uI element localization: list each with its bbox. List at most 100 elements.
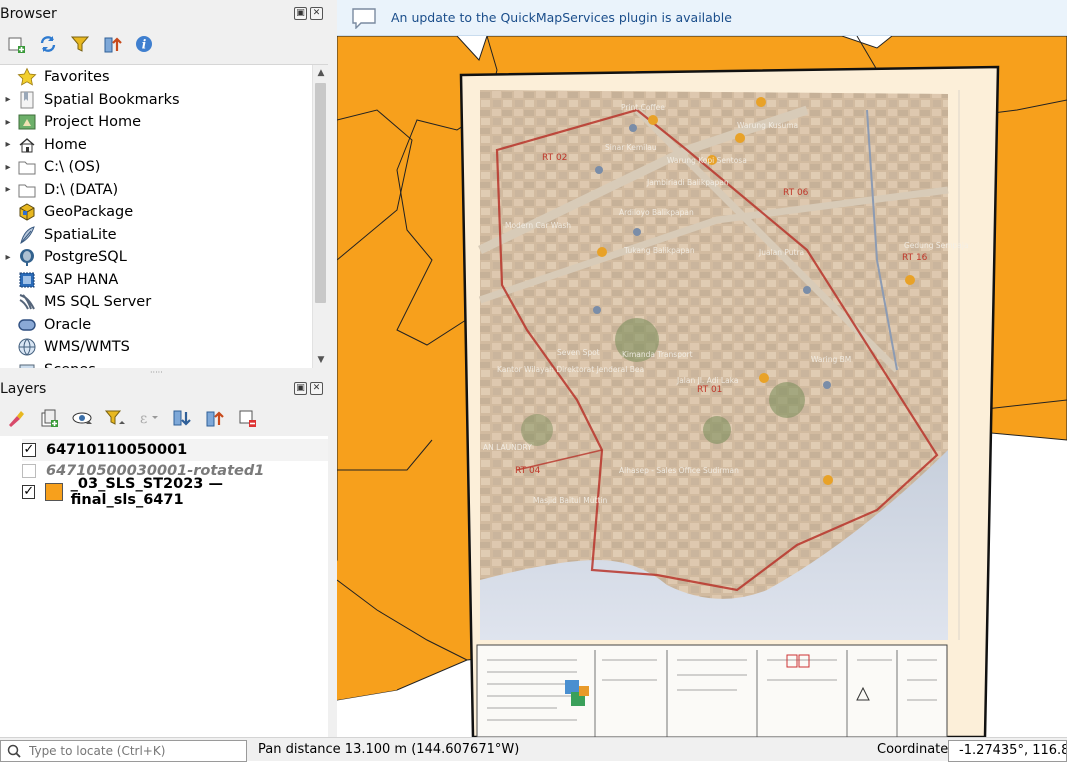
expand-arrow-icon[interactable]: ▸ — [0, 252, 16, 263]
browser-item-ms-sql-server[interactable]: MS SQL Server — [0, 291, 310, 313]
locator-bar[interactable] — [0, 740, 247, 762]
layer-item[interactable]: ✓ 64710110050001 — [22, 439, 328, 461]
layer-item[interactable]: ✓ _03_SLS_ST2023 — final_sls_6471 — [22, 476, 328, 508]
layers-panel-title: Layers — [0, 381, 47, 397]
layer-visibility-checkbox[interactable]: ✓ — [22, 443, 36, 457]
poi-label: Warung Kopi Sentosa — [667, 156, 747, 165]
browser-item-scenes[interactable]: Scenes — [0, 359, 310, 369]
folder-icon — [16, 179, 38, 201]
add-group-icon[interactable] — [37, 406, 61, 430]
layer-visibility-checkbox[interactable] — [22, 464, 36, 478]
browser-item-favorites[interactable]: Favorites — [0, 66, 310, 88]
splitter-handle[interactable]: ····· — [150, 368, 163, 377]
close-icon[interactable]: ✕ — [310, 7, 323, 20]
browser-item-d-data[interactable]: ▸ D:\ (DATA) — [0, 179, 310, 201]
expand-arrow-icon[interactable]: ▸ — [0, 162, 16, 173]
left-dock: Browser ▣ ✕ i Favorites ▸ Spatial Bookmark… — [0, 0, 330, 737]
expand-all-icon[interactable] — [169, 406, 193, 430]
browser-item-label: Scenes — [44, 362, 96, 369]
coordinate-field[interactable]: -1.27435°, 116.85 — [948, 740, 1067, 762]
browser-item-c-os[interactable]: ▸ C:\ (OS) — [0, 156, 310, 178]
star-icon — [16, 66, 38, 88]
info-icon[interactable]: i — [132, 32, 156, 56]
rt-label: RT 06 — [783, 188, 809, 198]
style-icon[interactable] — [4, 406, 28, 430]
filter-legend-icon[interactable] — [103, 406, 127, 430]
browser-toolbar: i — [4, 32, 156, 56]
oracle-icon — [16, 314, 38, 336]
browser-item-label: GeoPackage — [44, 204, 134, 220]
filter-icon[interactable] — [68, 32, 92, 56]
poi-label: Sinar Kemilau — [605, 143, 657, 152]
home-icon — [16, 134, 38, 156]
poi-label: Modern Car Wash — [505, 221, 571, 230]
refresh-icon[interactable] — [36, 32, 60, 56]
svg-text:i: i — [142, 38, 147, 52]
browser-item-label: Home — [44, 136, 87, 153]
browser-item-label: Spatial Bookmarks — [44, 91, 180, 108]
browser-item-label: Oracle — [44, 316, 92, 333]
geopackage-icon — [16, 201, 38, 223]
browser-item-wms-wmts[interactable]: WMS/WMTS — [0, 336, 310, 358]
browser-item-project-home[interactable]: ▸ Project Home — [0, 111, 310, 133]
collapse-all-icon[interactable] — [100, 32, 124, 56]
scroll-down-arrow-icon[interactable]: ▼ — [313, 352, 328, 368]
poi-label: Jalan Jl. Adi Laka — [676, 376, 739, 385]
map-canvas[interactable]: An update to the QuickMapServices plugin… — [337, 0, 1067, 737]
scene-icon — [16, 359, 38, 368]
scroll-up-arrow-icon[interactable]: ▲ — [313, 65, 328, 81]
scroll-thumb[interactable] — [315, 83, 326, 303]
visibility-icon[interactable] — [70, 406, 94, 430]
poi-label: Tukang Balikpapan — [623, 246, 695, 255]
layers-tree[interactable]: ✓ 64710110050001 64710500030001-rotated1 ✓ _… — [0, 436, 328, 737]
collapse-all-icon[interactable] — [202, 406, 226, 430]
browser-scrollbar[interactable]: ▲ ▼ — [312, 65, 328, 368]
poi-label: Warung Kusuma — [737, 121, 798, 130]
browser-item-postgresql[interactable]: ▸ PostgreSQL — [0, 246, 310, 268]
undock-icon[interactable]: ▣ — [294, 7, 307, 20]
layer-name: _03_SLS_ST2023 — final_sls_6471 — [70, 476, 223, 508]
poi-label: Alhasep - Sales Office Sudirman — [619, 466, 739, 475]
scanned-map-sheet — [459, 65, 1000, 737]
expand-arrow-icon[interactable]: ▸ — [0, 184, 16, 195]
expand-arrow-icon[interactable]: ▸ — [0, 117, 16, 128]
poi-label: Jambiriadi Balikpapan — [646, 178, 729, 187]
browser-item-oracle[interactable]: Oracle — [0, 314, 310, 336]
browser-item-spatialite[interactable]: SpatiaLite — [0, 224, 310, 246]
browser-item-label: D:\ (DATA) — [44, 181, 119, 198]
rt-label: RT 04 — [515, 466, 541, 476]
layers-toolbar: ε — [4, 406, 259, 430]
close-icon[interactable]: ✕ — [310, 382, 323, 395]
browser-item-sap-hana[interactable]: SAP HANA — [0, 269, 310, 291]
rt-label: RT 01 — [697, 385, 722, 395]
browser-item-label: C:\ (OS) — [44, 159, 101, 175]
dock-splitter[interactable] — [330, 0, 337, 737]
browser-item-home[interactable]: ▸ Home — [0, 134, 310, 156]
layer-visibility-checkbox[interactable]: ✓ — [22, 485, 36, 499]
poi-label: Gedung Sempaja — [904, 241, 969, 250]
undock-icon[interactable]: ▣ — [294, 382, 307, 395]
remove-layer-icon[interactable] — [235, 406, 259, 430]
browser-item-label: Favorites — [44, 69, 110, 85]
poi-label: Kimanda Transport — [622, 350, 693, 359]
browser-item-label: Project Home — [44, 114, 142, 130]
locator-input[interactable] — [27, 743, 227, 759]
expand-arrow-icon[interactable]: ▸ — [0, 94, 16, 105]
status-bar: Pan distance 13.100 m (144.607671°W) Coo… — [0, 737, 1067, 762]
sap-hana-icon — [16, 269, 38, 291]
globe-icon — [16, 336, 38, 358]
spatialite-icon — [16, 224, 38, 246]
folder-icon — [16, 156, 38, 178]
browser-tree[interactable]: Favorites ▸ Spatial Bookmarks ▸ Project Home… — [0, 64, 328, 368]
message-bar: An update to the QuickMapServices plugin… — [337, 0, 1067, 36]
browser-item-geopackage[interactable]: GeoPackage — [0, 201, 310, 223]
expression-filter-icon[interactable]: ε — [136, 406, 160, 430]
expand-arrow-icon[interactable]: ▸ — [0, 139, 16, 150]
postgresql-icon — [16, 246, 38, 268]
browser-item-label: WMS/WMTS — [44, 339, 130, 355]
bookmark-icon — [16, 89, 38, 111]
mssql-icon — [16, 291, 38, 313]
browser-item-spatial-bookmarks[interactable]: ▸ Spatial Bookmarks — [0, 89, 310, 111]
add-layer-icon[interactable] — [4, 32, 28, 56]
browser-item-label: PostgreSQL — [44, 249, 127, 265]
